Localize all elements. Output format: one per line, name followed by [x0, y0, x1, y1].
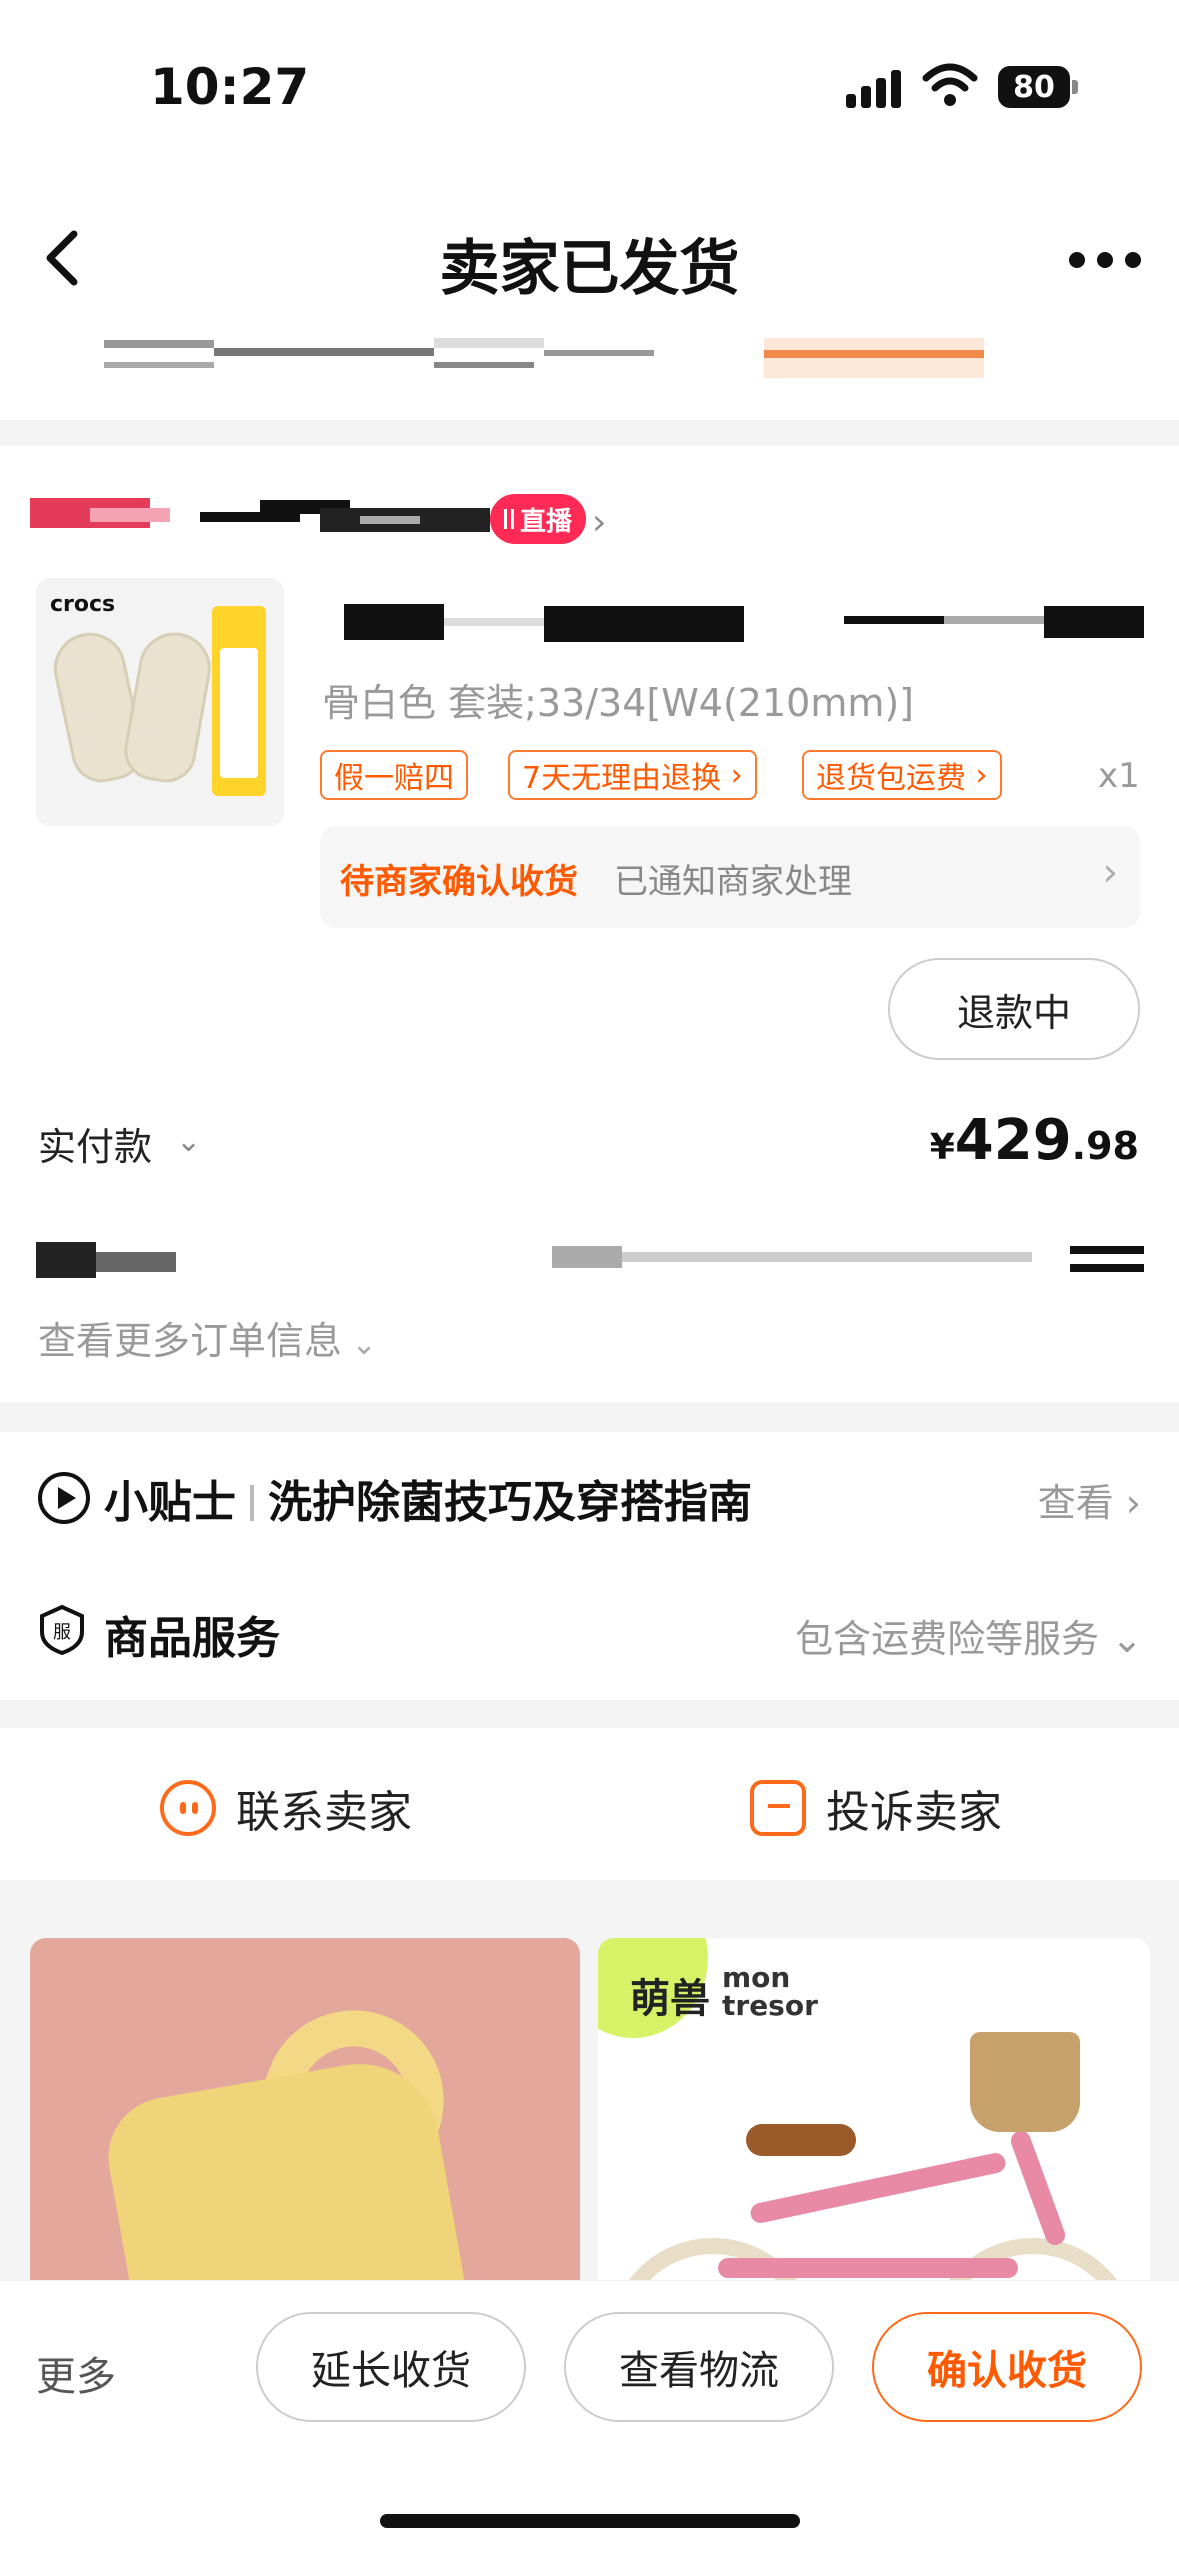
paid-amount-label[interactable]: 实付款 [38, 1116, 152, 1171]
tag-return-shipping[interactable]: 退货包运费 › [802, 750, 1002, 800]
brand-logo: crocs [50, 592, 116, 617]
live-icon [503, 509, 514, 529]
wifi-icon [922, 63, 978, 106]
chevron-right-icon: › [721, 757, 743, 793]
complaint-icon [750, 1780, 806, 1836]
signal-icon [846, 68, 906, 108]
chevron-down-icon: ⌄ [342, 1327, 377, 1362]
contact-seller-button[interactable]: 联系卖家 [160, 1776, 412, 1840]
tag-counterfeit-guarantee: 假一赔四 [320, 750, 468, 800]
redacted-shipping-info [104, 338, 994, 378]
chevron-right-icon: › [1113, 1481, 1141, 1525]
paid-amount: ¥429.98 [929, 1108, 1139, 1173]
brand-logo-cn: 萌兽 [630, 1976, 710, 2022]
service-shield-icon: 服 [40, 1604, 84, 1656]
product-quantity: x1 [1098, 756, 1140, 796]
chevron-down-icon: ⌄ [1099, 1617, 1143, 1661]
notice-detail: 已通知商家处理 [614, 862, 852, 902]
service-summary[interactable]: 包含运费险等服务 ⌄ [795, 1608, 1143, 1663]
redacted-order-number [36, 1242, 1144, 1278]
tips-view-link[interactable]: 查看 › [1038, 1472, 1141, 1527]
redacted-shop-name[interactable] [30, 494, 490, 538]
svg-text:服: 服 [53, 1622, 71, 1643]
chevron-right-icon[interactable]: › [592, 502, 606, 543]
brand-logo-en: mon tresor [722, 1961, 818, 2022]
refund-status-button[interactable]: 退款中 [888, 958, 1140, 1060]
chevron-right-icon: › [966, 757, 988, 793]
more-options-icon[interactable] [1065, 246, 1145, 276]
complain-seller-button[interactable]: 投诉卖家 [750, 1776, 1002, 1840]
play-icon [38, 1472, 90, 1524]
battery-icon: 80 [998, 66, 1078, 108]
chevron-right-icon: › [1102, 850, 1118, 894]
status-time: 10:27 [150, 58, 310, 116]
service-title: 商品服务 [104, 1613, 280, 1664]
confirm-receipt-button[interactable]: 确认收货 [872, 2312, 1142, 2422]
view-more-order-info[interactable]: 查看更多订单信息 ⌄ [38, 1310, 377, 1365]
tag-7day-return[interactable]: 7天无理由退换 › [508, 750, 757, 800]
notice-status: 待商家确认收货 [340, 862, 578, 902]
refund-status-notice[interactable]: 待商家确认收货 已通知商家处理 › [320, 826, 1140, 928]
chat-face-icon [160, 1780, 216, 1836]
more-actions[interactable]: 更多 [36, 2344, 116, 2402]
product-variant: 骨白色 套装;33/34[W4(210mm)] [322, 681, 915, 725]
chevron-down-icon[interactable]: ⌄ [176, 1124, 201, 1159]
extend-receipt-button[interactable]: 延长收货 [256, 2312, 526, 2422]
page-title: 卖家已发货 [439, 234, 740, 304]
battery-level: 80 [1013, 70, 1055, 105]
view-logistics-button[interactable]: 查看物流 [564, 2312, 834, 2422]
product-thumbnail[interactable]: crocs [36, 578, 284, 826]
live-badge: 直播 [490, 494, 586, 544]
redacted-product-title[interactable] [344, 600, 1144, 644]
tips-title[interactable]: 小贴士 洗护除菌技巧及穿搭指南 [104, 1466, 752, 1530]
home-indicator [380, 2514, 800, 2528]
